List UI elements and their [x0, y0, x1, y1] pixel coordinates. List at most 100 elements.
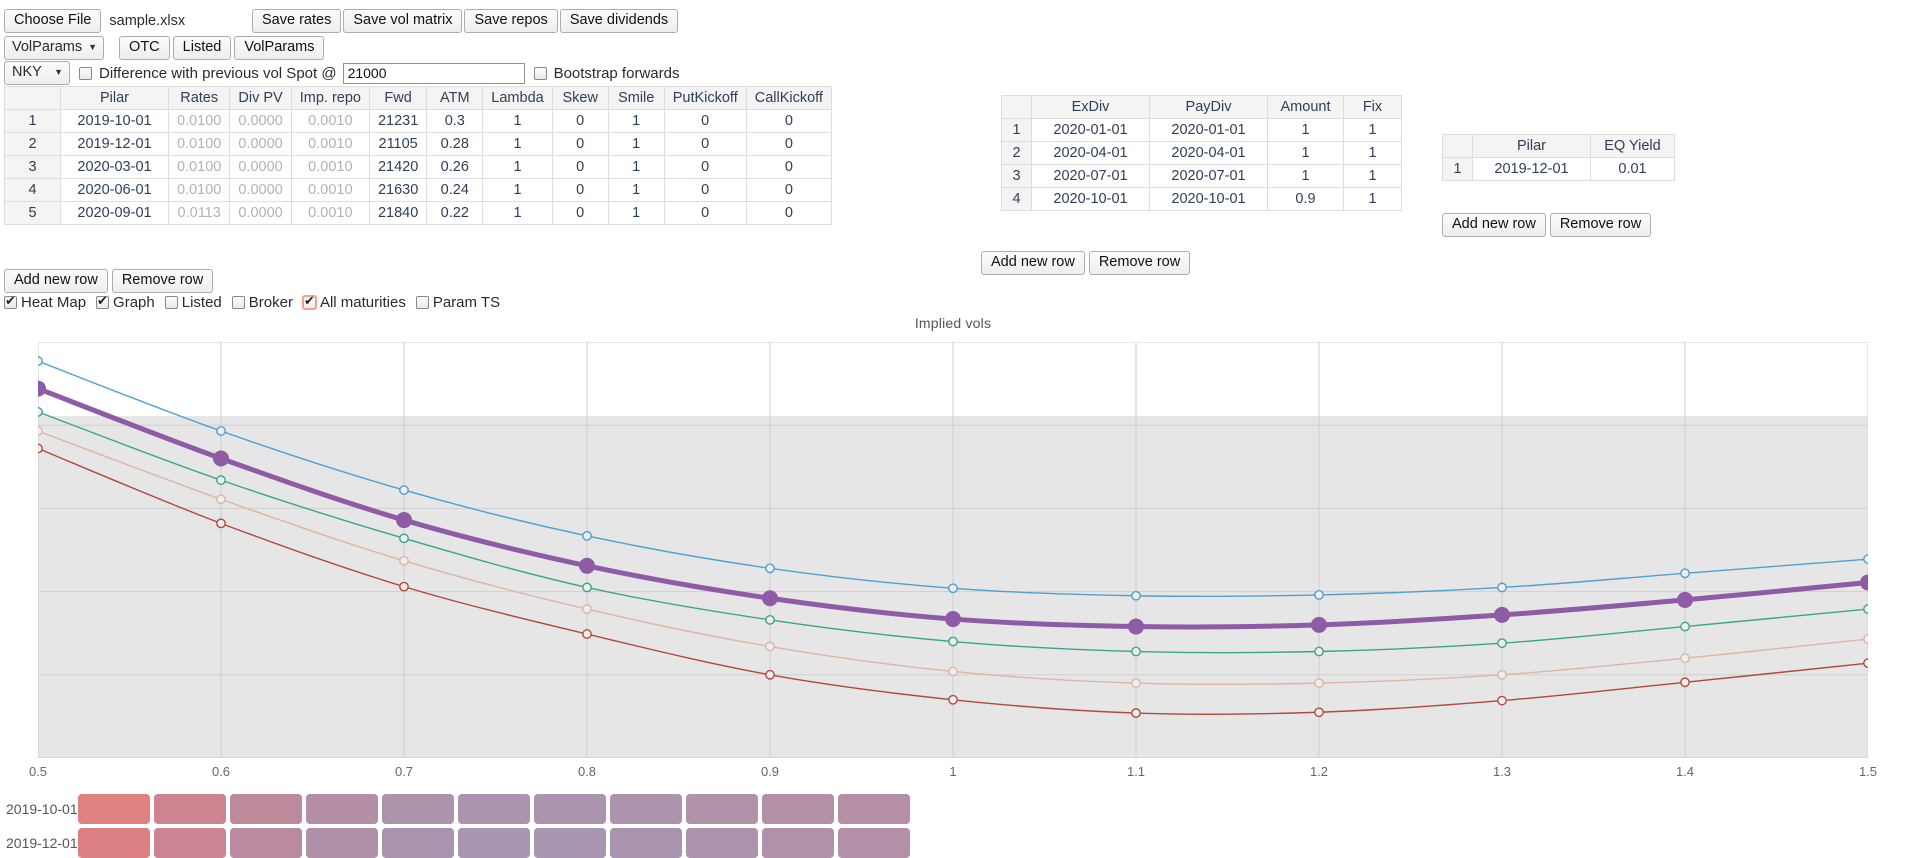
- cell-lambda[interactable]: 1: [482, 155, 553, 179]
- heatmap-cell[interactable]: [534, 794, 606, 824]
- cell-amount[interactable]: 1: [1267, 164, 1344, 188]
- cell-skew[interactable]: 0: [551, 132, 609, 156]
- cell-fwd[interactable]: 21630: [368, 178, 428, 202]
- heatmap-cell[interactable]: [686, 828, 758, 858]
- checkbox-listed[interactable]: [164, 296, 178, 309]
- cell-call-kickoff[interactable]: 0: [745, 132, 832, 156]
- cell-div-pv[interactable]: 0.0000: [229, 132, 292, 156]
- cell-fwd[interactable]: 21420: [368, 155, 428, 179]
- cell-fwd[interactable]: 21840: [368, 201, 428, 225]
- cell-skew[interactable]: 0: [551, 109, 609, 133]
- cell-div-pv[interactable]: 0.0000: [229, 178, 292, 202]
- div-add-new-row-button[interactable]: Add new row: [981, 251, 1085, 275]
- heatmap-cell[interactable]: [306, 794, 378, 824]
- cell-div-pv[interactable]: 0.0000: [229, 109, 292, 133]
- cell-div-pv[interactable]: 0.0000: [229, 201, 292, 225]
- heatmap-cell[interactable]: [762, 794, 834, 824]
- save-vol-matrix-button[interactable]: Save vol matrix: [343, 9, 463, 33]
- cell-pilar[interactable]: 2020-09-01: [60, 201, 169, 225]
- heatmap-cell[interactable]: [686, 794, 758, 824]
- dataset-select[interactable]: VolParams ▼: [4, 36, 105, 60]
- cell-put-kickoff[interactable]: 0: [663, 109, 747, 133]
- cell-div-pv[interactable]: 0.0000: [229, 155, 292, 179]
- div-remove-row-button[interactable]: Remove row: [1088, 251, 1191, 275]
- cell-paydiv[interactable]: 2020-04-01: [1149, 141, 1268, 165]
- checkbox-all-maturities[interactable]: [301, 293, 317, 310]
- heatmap-cell[interactable]: [534, 828, 606, 858]
- cell-paydiv[interactable]: 2020-07-01: [1149, 164, 1268, 188]
- cell-skew[interactable]: 0: [551, 178, 609, 202]
- heatmap-cell[interactable]: [610, 794, 682, 824]
- heatmap-cell[interactable]: [306, 828, 378, 858]
- checkbox-param-ts[interactable]: [415, 296, 429, 309]
- cell-call-kickoff[interactable]: 0: [745, 109, 832, 133]
- cell-imp-repo[interactable]: 0.0010: [290, 155, 370, 179]
- checkbox-graph[interactable]: [96, 293, 110, 309]
- cell-lambda[interactable]: 1: [482, 178, 553, 202]
- underlying-select[interactable]: NKY ▼: [4, 61, 70, 85]
- cell-call-kickoff[interactable]: 0: [745, 178, 832, 202]
- cell-smile[interactable]: 1: [607, 201, 665, 225]
- cell-fwd[interactable]: 21231: [368, 109, 428, 133]
- eq-remove-row-button[interactable]: Remove row: [1549, 213, 1652, 237]
- cell-call-kickoff[interactable]: 0: [745, 155, 832, 179]
- tab-volparams[interactable]: VolParams: [234, 36, 325, 60]
- heatmap-cell[interactable]: [382, 828, 454, 858]
- cell-smile[interactable]: 1: [607, 109, 665, 133]
- heatmap-cell[interactable]: [838, 828, 910, 858]
- cell-paydiv[interactable]: 2020-01-01: [1149, 118, 1268, 142]
- save-dividends-button[interactable]: Save dividends: [559, 9, 679, 33]
- cell-fix[interactable]: 1: [1343, 118, 1402, 142]
- cell-fix[interactable]: 1: [1343, 164, 1402, 188]
- cell-fix[interactable]: 1: [1343, 141, 1402, 165]
- heatmap-cell[interactable]: [154, 794, 226, 824]
- cell-exdiv[interactable]: 2020-10-01: [1031, 187, 1150, 211]
- cell-put-kickoff[interactable]: 0: [663, 155, 747, 179]
- cell-rates[interactable]: 0.0100: [167, 155, 231, 179]
- tab-listed[interactable]: Listed: [172, 36, 232, 60]
- heatmap-cell[interactable]: [230, 828, 302, 858]
- cell-amount[interactable]: 0.9: [1267, 187, 1344, 211]
- cell-pilar[interactable]: 2019-12-01: [60, 132, 169, 156]
- cell-skew[interactable]: 0: [551, 155, 609, 179]
- choose-file-button[interactable]: Choose File: [4, 9, 102, 33]
- heatmap-cell[interactable]: [382, 794, 454, 824]
- save-repos-button[interactable]: Save repos: [464, 9, 558, 33]
- cell-imp-repo[interactable]: 0.0010: [290, 201, 370, 225]
- vol-add-new-row-button[interactable]: Add new row: [4, 269, 108, 293]
- cell-fwd[interactable]: 21105: [368, 132, 428, 156]
- cell-put-kickoff[interactable]: 0: [663, 132, 747, 156]
- heatmap-cell[interactable]: [230, 794, 302, 824]
- cell-exdiv[interactable]: 2020-04-01: [1031, 141, 1150, 165]
- cell-rates[interactable]: 0.0100: [167, 132, 231, 156]
- checkbox-broker[interactable]: [231, 296, 245, 309]
- vol-remove-row-button[interactable]: Remove row: [111, 269, 214, 293]
- cell-skew[interactable]: 0: [551, 201, 609, 225]
- difference-with-previous-vol-checkbox[interactable]: [79, 66, 92, 80]
- cell-rates[interactable]: 0.0100: [167, 178, 231, 202]
- heatmap-cell[interactable]: [838, 794, 910, 824]
- cell-smile[interactable]: 1: [607, 155, 665, 179]
- cell-pilar[interactable]: 2019-12-01: [1472, 157, 1591, 181]
- heatmap-cell[interactable]: [458, 794, 530, 824]
- spot-input[interactable]: [342, 62, 525, 84]
- cell-imp-repo[interactable]: 0.0010: [290, 178, 370, 202]
- cell-paydiv[interactable]: 2020-10-01: [1149, 187, 1268, 211]
- cell-put-kickoff[interactable]: 0: [663, 201, 747, 225]
- heatmap-cell[interactable]: [762, 828, 834, 858]
- cell-eq-yield[interactable]: 0.01: [1590, 157, 1675, 181]
- cell-amount[interactable]: 1: [1267, 118, 1344, 142]
- cell-atm[interactable]: 0.28: [426, 132, 484, 156]
- cell-amount[interactable]: 1: [1267, 141, 1344, 165]
- heatmap-cell[interactable]: [610, 828, 682, 858]
- cell-call-kickoff[interactable]: 0: [745, 201, 832, 225]
- cell-pilar[interactable]: 2019-10-01: [60, 109, 169, 133]
- cell-exdiv[interactable]: 2020-07-01: [1031, 164, 1150, 188]
- cell-lambda[interactable]: 1: [482, 109, 553, 133]
- cell-smile[interactable]: 1: [607, 178, 665, 202]
- cell-pilar[interactable]: 2020-03-01: [60, 155, 169, 179]
- checkbox-heat-map[interactable]: [4, 293, 17, 309]
- cell-rates[interactable]: 0.0100: [167, 109, 231, 133]
- heatmap-cell[interactable]: [458, 828, 530, 858]
- cell-put-kickoff[interactable]: 0: [663, 178, 747, 202]
